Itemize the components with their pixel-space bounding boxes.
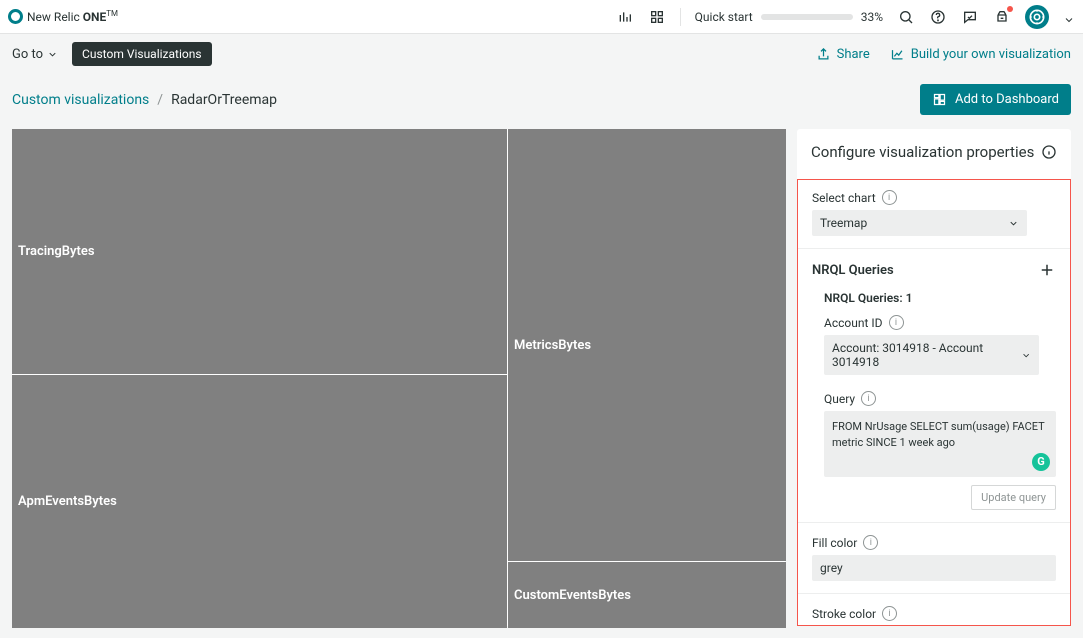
share-label: Share <box>837 47 870 62</box>
share-icon <box>816 47 831 62</box>
breadcrumb-sep: / <box>157 92 163 108</box>
logo-icon <box>8 9 23 24</box>
info-icon[interactable] <box>1041 144 1057 160</box>
chevron-down-icon[interactable] <box>1063 11 1075 23</box>
info-icon[interactable]: i <box>863 535 878 550</box>
nrql-count: NRQL Queries: 1 <box>812 291 1056 305</box>
account-id-label: Account ID <box>824 316 883 330</box>
treemap-chart: TracingBytes MetricsBytes ApmEventsBytes… <box>12 129 785 626</box>
query-textarea[interactable]: FROM NrUsage SELECT sum(usage) FACET met… <box>824 411 1056 477</box>
treemap-cell-customeventsbytes[interactable]: CustomEventsBytes <box>508 562 786 628</box>
account-dropdown[interactable]: Account: 3014918 - Account 3014918 <box>824 335 1039 375</box>
quick-start[interactable]: Quick start 33% <box>695 10 883 24</box>
goto-label: Go to <box>12 47 43 62</box>
help-icon[interactable] <box>929 8 947 26</box>
properties-panel: Configure visualization properties Selec… <box>797 129 1071 626</box>
panel-header: Configure visualization properties <box>797 129 1071 179</box>
chart-icon <box>890 47 905 62</box>
metrics-icon[interactable] <box>616 8 634 26</box>
quick-start-percent: 33% <box>861 10 883 24</box>
brand-logo[interactable]: New Relic ONETM <box>8 9 118 24</box>
add-dashboard-label: Add to Dashboard <box>955 92 1059 107</box>
info-icon[interactable]: i <box>861 391 876 406</box>
apps-icon[interactable] <box>648 8 666 26</box>
account-value: Account: 3014918 - Account 3014918 <box>832 341 1021 369</box>
content-area: TracingBytes MetricsBytes ApmEventsBytes… <box>0 129 1083 638</box>
search-icon[interactable] <box>897 8 915 26</box>
treemap-cell-metricsbytes[interactable]: MetricsBytes <box>508 129 786 561</box>
grammarly-icon[interactable]: G <box>1032 453 1050 471</box>
info-icon[interactable]: i <box>882 190 897 205</box>
user-avatar[interactable] <box>1025 5 1049 29</box>
panel-title: Configure visualization properties <box>811 143 1041 161</box>
plus-icon <box>1038 261 1056 279</box>
context-pill[interactable]: Custom Visualizations <box>72 42 212 66</box>
secondary-bar: Go to Custom Visualizations Share Build … <box>0 34 1083 74</box>
breadcrumb-row: Custom visualizations / RadarOrTreemap A… <box>0 74 1083 129</box>
progress-track <box>761 14 853 20</box>
share-button[interactable]: Share <box>816 47 870 62</box>
build-label: Build your own visualization <box>911 47 1071 62</box>
chevron-down-icon <box>1008 218 1019 229</box>
add-to-dashboard-button[interactable]: Add to Dashboard <box>920 84 1071 115</box>
breadcrumb-current: RadarOrTreemap <box>171 92 277 108</box>
top-header: New Relic ONETM Quick start 33% <box>0 0 1083 34</box>
treemap-cell-tracingbytes[interactable]: TracingBytes <box>12 129 507 374</box>
brand-tm: TM <box>106 9 118 18</box>
select-chart-value: Treemap <box>820 216 867 230</box>
stroke-color-label: Stroke color <box>812 607 876 621</box>
info-icon[interactable]: i <box>882 606 897 621</box>
chevron-down-icon <box>47 49 58 60</box>
whats-new-icon[interactable] <box>993 8 1011 26</box>
brand-prefix: New Relic <box>27 10 83 24</box>
select-chart-dropdown[interactable]: Treemap <box>812 210 1027 236</box>
update-query-button[interactable]: Update query <box>971 485 1056 510</box>
goto-menu[interactable]: Go to <box>12 47 58 62</box>
query-label-row: Query i <box>824 391 1056 406</box>
fill-color-label-row: Fill color i <box>812 535 1056 550</box>
select-chart-label-row: Select chart i <box>812 190 1056 205</box>
panel-body: Select chart i Treemap NRQL Queries NRQL… <box>797 179 1071 626</box>
dashboard-icon <box>932 92 947 107</box>
header-actions: Quick start 33% <box>616 5 1075 29</box>
breadcrumb-root[interactable]: Custom visualizations <box>12 92 149 108</box>
build-viz-button[interactable]: Build your own visualization <box>890 47 1071 62</box>
info-icon[interactable]: i <box>889 315 904 330</box>
nrql-section-title: NRQL Queries <box>812 263 894 278</box>
brand-text: New Relic ONETM <box>27 9 118 24</box>
fill-color-label: Fill color <box>812 536 857 550</box>
treemap-cell-apmeventsbytes[interactable]: ApmEventsBytes <box>12 375 507 628</box>
stroke-color-label-row: Stroke color i <box>812 606 1056 621</box>
select-chart-label: Select chart <box>812 191 876 205</box>
nrql-section-header: NRQL Queries <box>812 261 1056 279</box>
brand-bold: ONE <box>83 10 107 24</box>
notification-dot-icon <box>1007 6 1013 12</box>
query-label: Query <box>824 392 855 406</box>
quick-start-label: Quick start <box>695 10 753 24</box>
feedback-icon[interactable] <box>961 8 979 26</box>
chevron-down-icon <box>1021 350 1031 361</box>
visualization-preview: TracingBytes MetricsBytes ApmEventsBytes… <box>12 129 785 626</box>
account-id-label-row: Account ID i <box>824 315 1056 330</box>
query-text: FROM NrUsage SELECT sum(usage) FACET met… <box>832 420 1045 449</box>
fill-color-input[interactable] <box>812 555 1056 581</box>
add-query-button[interactable] <box>1038 261 1056 279</box>
